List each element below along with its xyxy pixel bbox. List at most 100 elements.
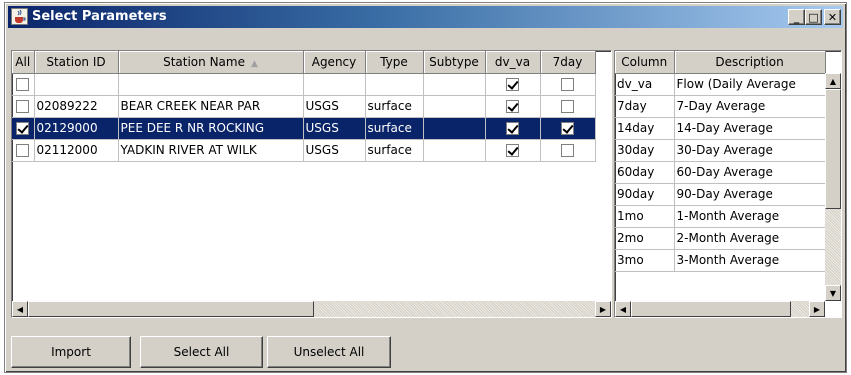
columns-horizontal-scrollbar[interactable]: ◀ ▶ <box>615 301 825 317</box>
7day-cell[interactable] <box>540 117 596 140</box>
table-row[interactable]: 02112000 YADKIN RIVER AT WILK USGS surface <box>12 139 596 162</box>
arrow-right-icon[interactable]: ▶ <box>809 301 825 317</box>
horizontal-scroll-thumb[interactable] <box>28 301 314 317</box>
7day-checkbox[interactable] <box>561 100 574 113</box>
description-cell: 7-Day Average <box>674 95 826 118</box>
list-item[interactable]: 90day 90-Day Average <box>615 183 826 206</box>
description-cell: 2-Month Average <box>674 227 826 250</box>
dv-va-cell[interactable] <box>485 95 541 118</box>
arrow-right-icon[interactable]: ▶ <box>595 301 611 317</box>
7day-checkbox[interactable] <box>561 122 574 135</box>
column-cell: 2mo <box>615 227 675 250</box>
all-checkbox[interactable] <box>16 122 30 135</box>
description-cell: 1-Month Average <box>674 205 826 228</box>
dv-va-cell[interactable] <box>485 139 541 162</box>
agency-cell <box>303 73 366 96</box>
type-cell: surface <box>365 139 424 162</box>
station-id-cell <box>34 73 119 96</box>
col-header-station-id[interactable]: Station ID <box>34 51 119 74</box>
station-name-cell <box>118 73 304 96</box>
table-row[interactable]: 02089222 BEAR CREEK NEAR PAR USGS surface <box>12 95 596 118</box>
dv-va-checkbox[interactable] <box>506 78 519 91</box>
list-item[interactable]: dv_va Flow (Daily Average <box>615 73 826 96</box>
col-header-station-name[interactable]: Station Name ▲ <box>118 51 304 74</box>
all-checkbox[interactable] <box>16 100 30 113</box>
col-header-agency[interactable]: Agency <box>303 51 366 74</box>
col-header-description[interactable]: Description <box>674 51 826 74</box>
columns-horizontal-scroll-thumb[interactable] <box>631 301 791 317</box>
list-item[interactable]: 3mo 3-Month Average <box>615 249 826 272</box>
close-icon: ✕ <box>827 10 838 24</box>
unselect-all-button[interactable]: Unselect All <box>267 336 391 368</box>
all-checkbox[interactable] <box>16 78 30 91</box>
station-id-cell: 02089222 <box>34 95 119 118</box>
dv-va-cell[interactable] <box>485 117 541 140</box>
all-cell[interactable] <box>12 73 35 96</box>
list-item[interactable]: 14day 14-Day Average <box>615 117 826 140</box>
description-cell: 60-Day Average <box>674 161 826 184</box>
subtype-cell <box>423 95 486 118</box>
type-cell: surface <box>365 117 424 140</box>
maximize-icon: □ <box>808 10 819 24</box>
dv-va-cell[interactable] <box>485 73 541 96</box>
minimize-button[interactable]: _ <box>788 9 805 25</box>
all-cell[interactable] <box>12 95 35 118</box>
description-cell: 3-Month Average <box>674 249 826 272</box>
7day-checkbox[interactable] <box>561 144 574 157</box>
7day-checkbox[interactable] <box>561 78 574 91</box>
col-header-column[interactable]: Column <box>615 51 675 74</box>
table-row[interactable]: 02129000 PEE DEE R NR ROCKING USGS surface <box>12 117 596 140</box>
arrow-left-icon[interactable]: ◀ <box>615 301 631 317</box>
description-cell: Flow (Daily Average <box>674 73 826 96</box>
column-cell: dv_va <box>615 73 675 96</box>
7day-cell[interactable] <box>540 95 596 118</box>
maximize-button[interactable]: □ <box>805 9 822 25</box>
7day-cell[interactable] <box>540 139 596 162</box>
station-name-cell: YADKIN RIVER AT WILK <box>118 139 304 162</box>
col-header-type[interactable]: Type <box>365 51 424 74</box>
col-header-subtype[interactable]: Subtype <box>423 51 486 74</box>
col-header-all[interactable]: All <box>12 51 35 74</box>
dv-va-checkbox[interactable] <box>506 100 519 113</box>
col-header-dv-va[interactable]: dv_va <box>485 51 541 74</box>
title-bar[interactable]: Select Parameters _ □ ✕ <box>8 6 843 28</box>
java-cup-icon <box>11 8 28 25</box>
all-cell[interactable] <box>12 117 35 140</box>
sort-ascending-icon: ▲ <box>250 58 258 69</box>
list-item[interactable]: 30day 30-Day Average <box>615 139 826 162</box>
7day-cell[interactable] <box>540 73 596 96</box>
agency-cell: USGS <box>303 95 366 118</box>
type-cell <box>365 73 424 96</box>
column-cell: 3mo <box>615 249 675 272</box>
arrow-down-icon[interactable]: ▼ <box>825 285 841 301</box>
table-row[interactable] <box>12 73 596 96</box>
stations-horizontal-scrollbar[interactable]: ◀ ▶ <box>12 301 611 317</box>
columns-table-header: Column Description <box>615 51 826 74</box>
agency-cell: USGS <box>303 139 366 162</box>
station-name-cell: PEE DEE R NR ROCKING <box>118 117 304 140</box>
dv-va-checkbox[interactable] <box>506 144 519 157</box>
select-all-button[interactable]: Select All <box>140 336 263 368</box>
import-button[interactable]: Import <box>11 336 131 368</box>
list-item[interactable]: 1mo 1-Month Average <box>615 205 826 228</box>
list-item[interactable]: 2mo 2-Month Average <box>615 227 826 250</box>
dv-va-checkbox[interactable] <box>506 122 519 135</box>
all-cell[interactable] <box>12 139 35 162</box>
close-button[interactable]: ✕ <box>824 9 841 25</box>
station-name-cell: BEAR CREEK NEAR PAR <box>118 95 304 118</box>
arrow-up-icon[interactable]: ▲ <box>825 73 841 89</box>
list-item[interactable]: 60day 60-Day Average <box>615 161 826 184</box>
all-checkbox[interactable] <box>16 144 30 157</box>
type-cell: surface <box>365 95 424 118</box>
vertical-scroll-thumb[interactable] <box>825 89 841 209</box>
columns-vertical-scrollbar[interactable]: ▲ ▼ <box>825 73 841 301</box>
col-header-7day[interactable]: 7day <box>540 51 596 74</box>
column-cell: 1mo <box>615 205 675 228</box>
column-cell: 60day <box>615 161 675 184</box>
list-item[interactable]: 7day 7-Day Average <box>615 95 826 118</box>
column-cell: 30day <box>615 139 675 162</box>
stations-table-panel: All Station ID Station Name ▲ Agency Type… <box>11 50 612 318</box>
column-cell: 7day <box>615 95 675 118</box>
arrow-left-icon[interactable]: ◀ <box>12 301 28 317</box>
station-id-cell: 02129000 <box>34 117 119 140</box>
